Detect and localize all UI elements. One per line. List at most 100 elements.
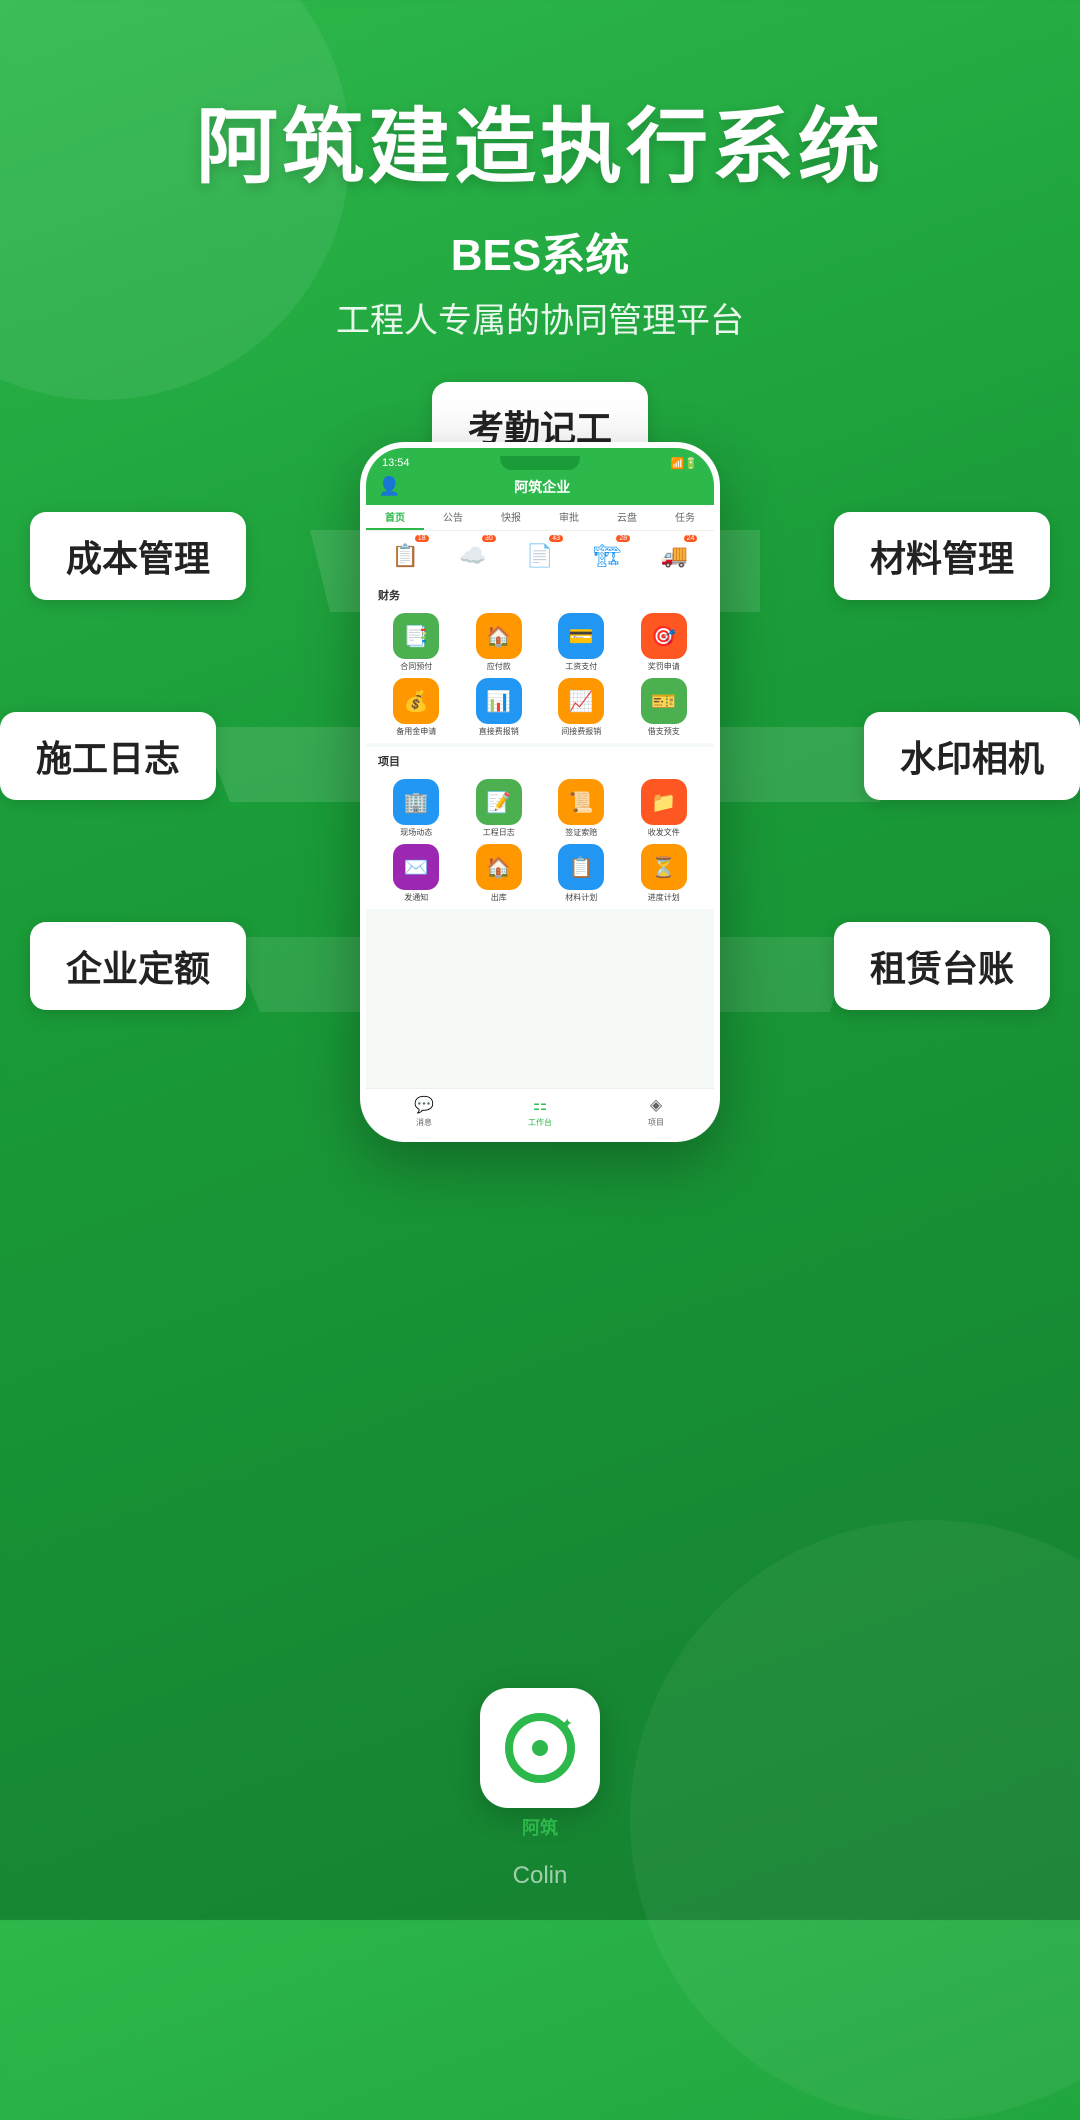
- status-icons: 📶🔋: [671, 457, 698, 470]
- app-xianchang[interactable]: 🏢 现场动态: [378, 779, 455, 838]
- app-icon-shoufa: 📁: [641, 779, 687, 825]
- app-label-shoufa: 收发文件: [648, 827, 680, 838]
- app-label-yingfu: 应付款: [487, 661, 511, 672]
- finance-grid: 📑 合同预付 🏠 应付款 💳 工资支付 🎯 奖罚申请: [366, 607, 714, 743]
- app-label-gongzi: 工资支付: [565, 661, 597, 672]
- colin-footer: Colin: [513, 1862, 568, 1890]
- app-jindu-jihua[interactable]: ⏳ 进度计划: [626, 844, 703, 903]
- app-label-zhijie: 直接费报销: [479, 726, 519, 737]
- app-shoufa[interactable]: 📁 收发文件: [626, 779, 703, 838]
- tab-task[interactable]: 任务: [656, 509, 714, 530]
- tab-cloud[interactable]: 云盘: [598, 509, 656, 530]
- quick-icon-2: ☁️ 30: [443, 539, 502, 573]
- badge-container-1: 📋 18: [389, 539, 423, 573]
- app-icon-qianzhen: 📜: [558, 779, 604, 825]
- app-label-jindu-jihua: 进度计划: [648, 892, 680, 903]
- app-name-label: 阿筑企业: [408, 477, 676, 497]
- app-icon-hetong: 📑: [393, 613, 439, 659]
- status-time: 13:54: [382, 457, 410, 469]
- bottom-nav-workbench-label: 工作台: [528, 1117, 552, 1128]
- badge-container-4: 🏗 28: [590, 539, 624, 573]
- app-icon-jiangfa: 🎯: [641, 613, 687, 659]
- tab-notice[interactable]: 公告: [424, 509, 482, 530]
- phone-bottom-nav: 💬 消息 ⚏ 工作台 ◈ 项目: [366, 1088, 714, 1136]
- app-icon-gongcheng: 📝: [476, 779, 522, 825]
- workbench-icon: ⚏: [533, 1095, 547, 1115]
- app-jiezhi[interactable]: 🎫 借支预支: [626, 678, 703, 737]
- quick-icon-4: 🏗 28: [578, 539, 637, 573]
- app-hetong[interactable]: 📑 合同预付: [378, 613, 455, 672]
- phone-screen: 13:54 📶🔋 👤 阿筑企业 首页 公告 快报 审批 云盘 任务: [360, 442, 720, 1142]
- badge-container-2: ☁️ 30: [456, 539, 490, 573]
- label-zulin: 租赁台账: [834, 922, 1050, 1010]
- app-beiyong[interactable]: 💰 备用金申请: [378, 678, 455, 737]
- bottom-nav-message-label: 消息: [416, 1117, 432, 1128]
- deco-circle-bottomright: [630, 1520, 1080, 2120]
- features-area: 考勤记工 成本管理 材料管理 施工日志 水印相机 企业定额 租赁台账 13:54…: [0, 382, 1080, 1482]
- quick-icon-5: 🚚 24: [645, 539, 704, 573]
- app-icon-yingfu: 🏠: [476, 613, 522, 659]
- section-finance-title: 财务: [366, 581, 714, 607]
- app-icon-jindu-jihua: ⏳: [641, 844, 687, 890]
- bottom-nav-message[interactable]: 💬 消息: [366, 1095, 482, 1128]
- app-icon-jianjie: 📈: [558, 678, 604, 724]
- app-icon-zhijie: 📊: [476, 678, 522, 724]
- tab-flash[interactable]: 快报: [482, 509, 540, 530]
- app-qianzhen[interactable]: 📜 签证索赔: [543, 779, 620, 838]
- app-gongcheng[interactable]: 📝 工程日志: [461, 779, 538, 838]
- tab-home[interactable]: 首页: [366, 509, 424, 530]
- bottom-nav-project[interactable]: ◈ 项目: [598, 1095, 714, 1128]
- phone-notch: [500, 456, 580, 470]
- app-jiangfa[interactable]: 🎯 奖罚申请: [626, 613, 703, 672]
- tab-approve[interactable]: 审批: [540, 509, 598, 530]
- app-gongzi[interactable]: 💳 工资支付: [543, 613, 620, 672]
- app-icon-gongzi: 💳: [558, 613, 604, 659]
- app-label-hetong: 合同预付: [400, 661, 432, 672]
- label-qiye: 企业定额: [30, 922, 246, 1010]
- app-icon-xianchang: 🏢: [393, 779, 439, 825]
- quick-icon-1: 📋 18: [376, 539, 435, 573]
- user-icon: 👤: [378, 476, 400, 497]
- label-shigong: 施工日志: [0, 712, 216, 800]
- app-icon-beiyong: 💰: [393, 678, 439, 724]
- phone-navbar: 👤 阿筑企业: [366, 470, 714, 505]
- badge-container-5: 🚚 24: [657, 539, 691, 573]
- app-yingfu[interactable]: 🏠 应付款: [461, 613, 538, 672]
- label-chengben: 成本管理: [30, 512, 246, 600]
- bottom-nav-project-label: 项目: [648, 1117, 664, 1128]
- app-icon-jiezhi: 🎫: [641, 678, 687, 724]
- logo-inner: ✦: [495, 1703, 585, 1793]
- app-label-jiangfa: 奖罚申请: [648, 661, 680, 672]
- app-logo-area: ✦ 阿筑: [480, 1688, 600, 1840]
- app-icon-cailiao-jihua: 📋: [558, 844, 604, 890]
- app-fatongzhi[interactable]: ✉️ 发通知: [378, 844, 455, 903]
- app-jianjie[interactable]: 📈 间接费报销: [543, 678, 620, 737]
- message-icon: 💬: [414, 1095, 434, 1115]
- app-icon-fatongzhi: ✉️: [393, 844, 439, 890]
- section-project-title: 项目: [366, 747, 714, 773]
- app-label-qianzhen: 签证索赔: [565, 827, 597, 838]
- app-cailiao-jihua[interactable]: 📋 材料计划: [543, 844, 620, 903]
- app-label-xianchang: 现场动态: [400, 827, 432, 838]
- app-label-fatongzhi: 发通知: [404, 892, 428, 903]
- label-shuiyin: 水印相机: [864, 712, 1080, 800]
- quick-icons-row: 📋 18 ☁️ 30 📄 43: [366, 531, 714, 581]
- phone-tabs: 首页 公告 快报 审批 云盘 任务: [366, 505, 714, 531]
- app-label-beiyong: 备用金申请: [396, 726, 436, 737]
- project-grid: 🏢 现场动态 📝 工程日志 📜 签证索赔 📁 收发文件: [366, 773, 714, 909]
- badge-container-3: 📄 43: [523, 539, 557, 573]
- app-label-gongcheng: 工程日志: [483, 827, 515, 838]
- bottom-nav-workbench[interactable]: ⚏ 工作台: [482, 1095, 598, 1128]
- app-chuku[interactable]: 🏠 出库: [461, 844, 538, 903]
- logo-spark-icon: ✦: [561, 1715, 573, 1732]
- app-zhijie[interactable]: 📊 直接费报销: [461, 678, 538, 737]
- app-label-chuku: 出库: [491, 892, 507, 903]
- app-label-cailiao-jihua: 材料计划: [565, 892, 597, 903]
- app-label-jiezhi: 借支预支: [648, 726, 680, 737]
- quick-icon-3: 📄 43: [510, 539, 569, 573]
- phone-status-bar: 13:54 📶🔋: [366, 448, 714, 470]
- app-icon-chuku: 🏠: [476, 844, 522, 890]
- project-icon: ◈: [650, 1095, 662, 1115]
- app-label-jianjie: 间接费报销: [561, 726, 601, 737]
- label-cailiao: 材料管理: [834, 512, 1050, 600]
